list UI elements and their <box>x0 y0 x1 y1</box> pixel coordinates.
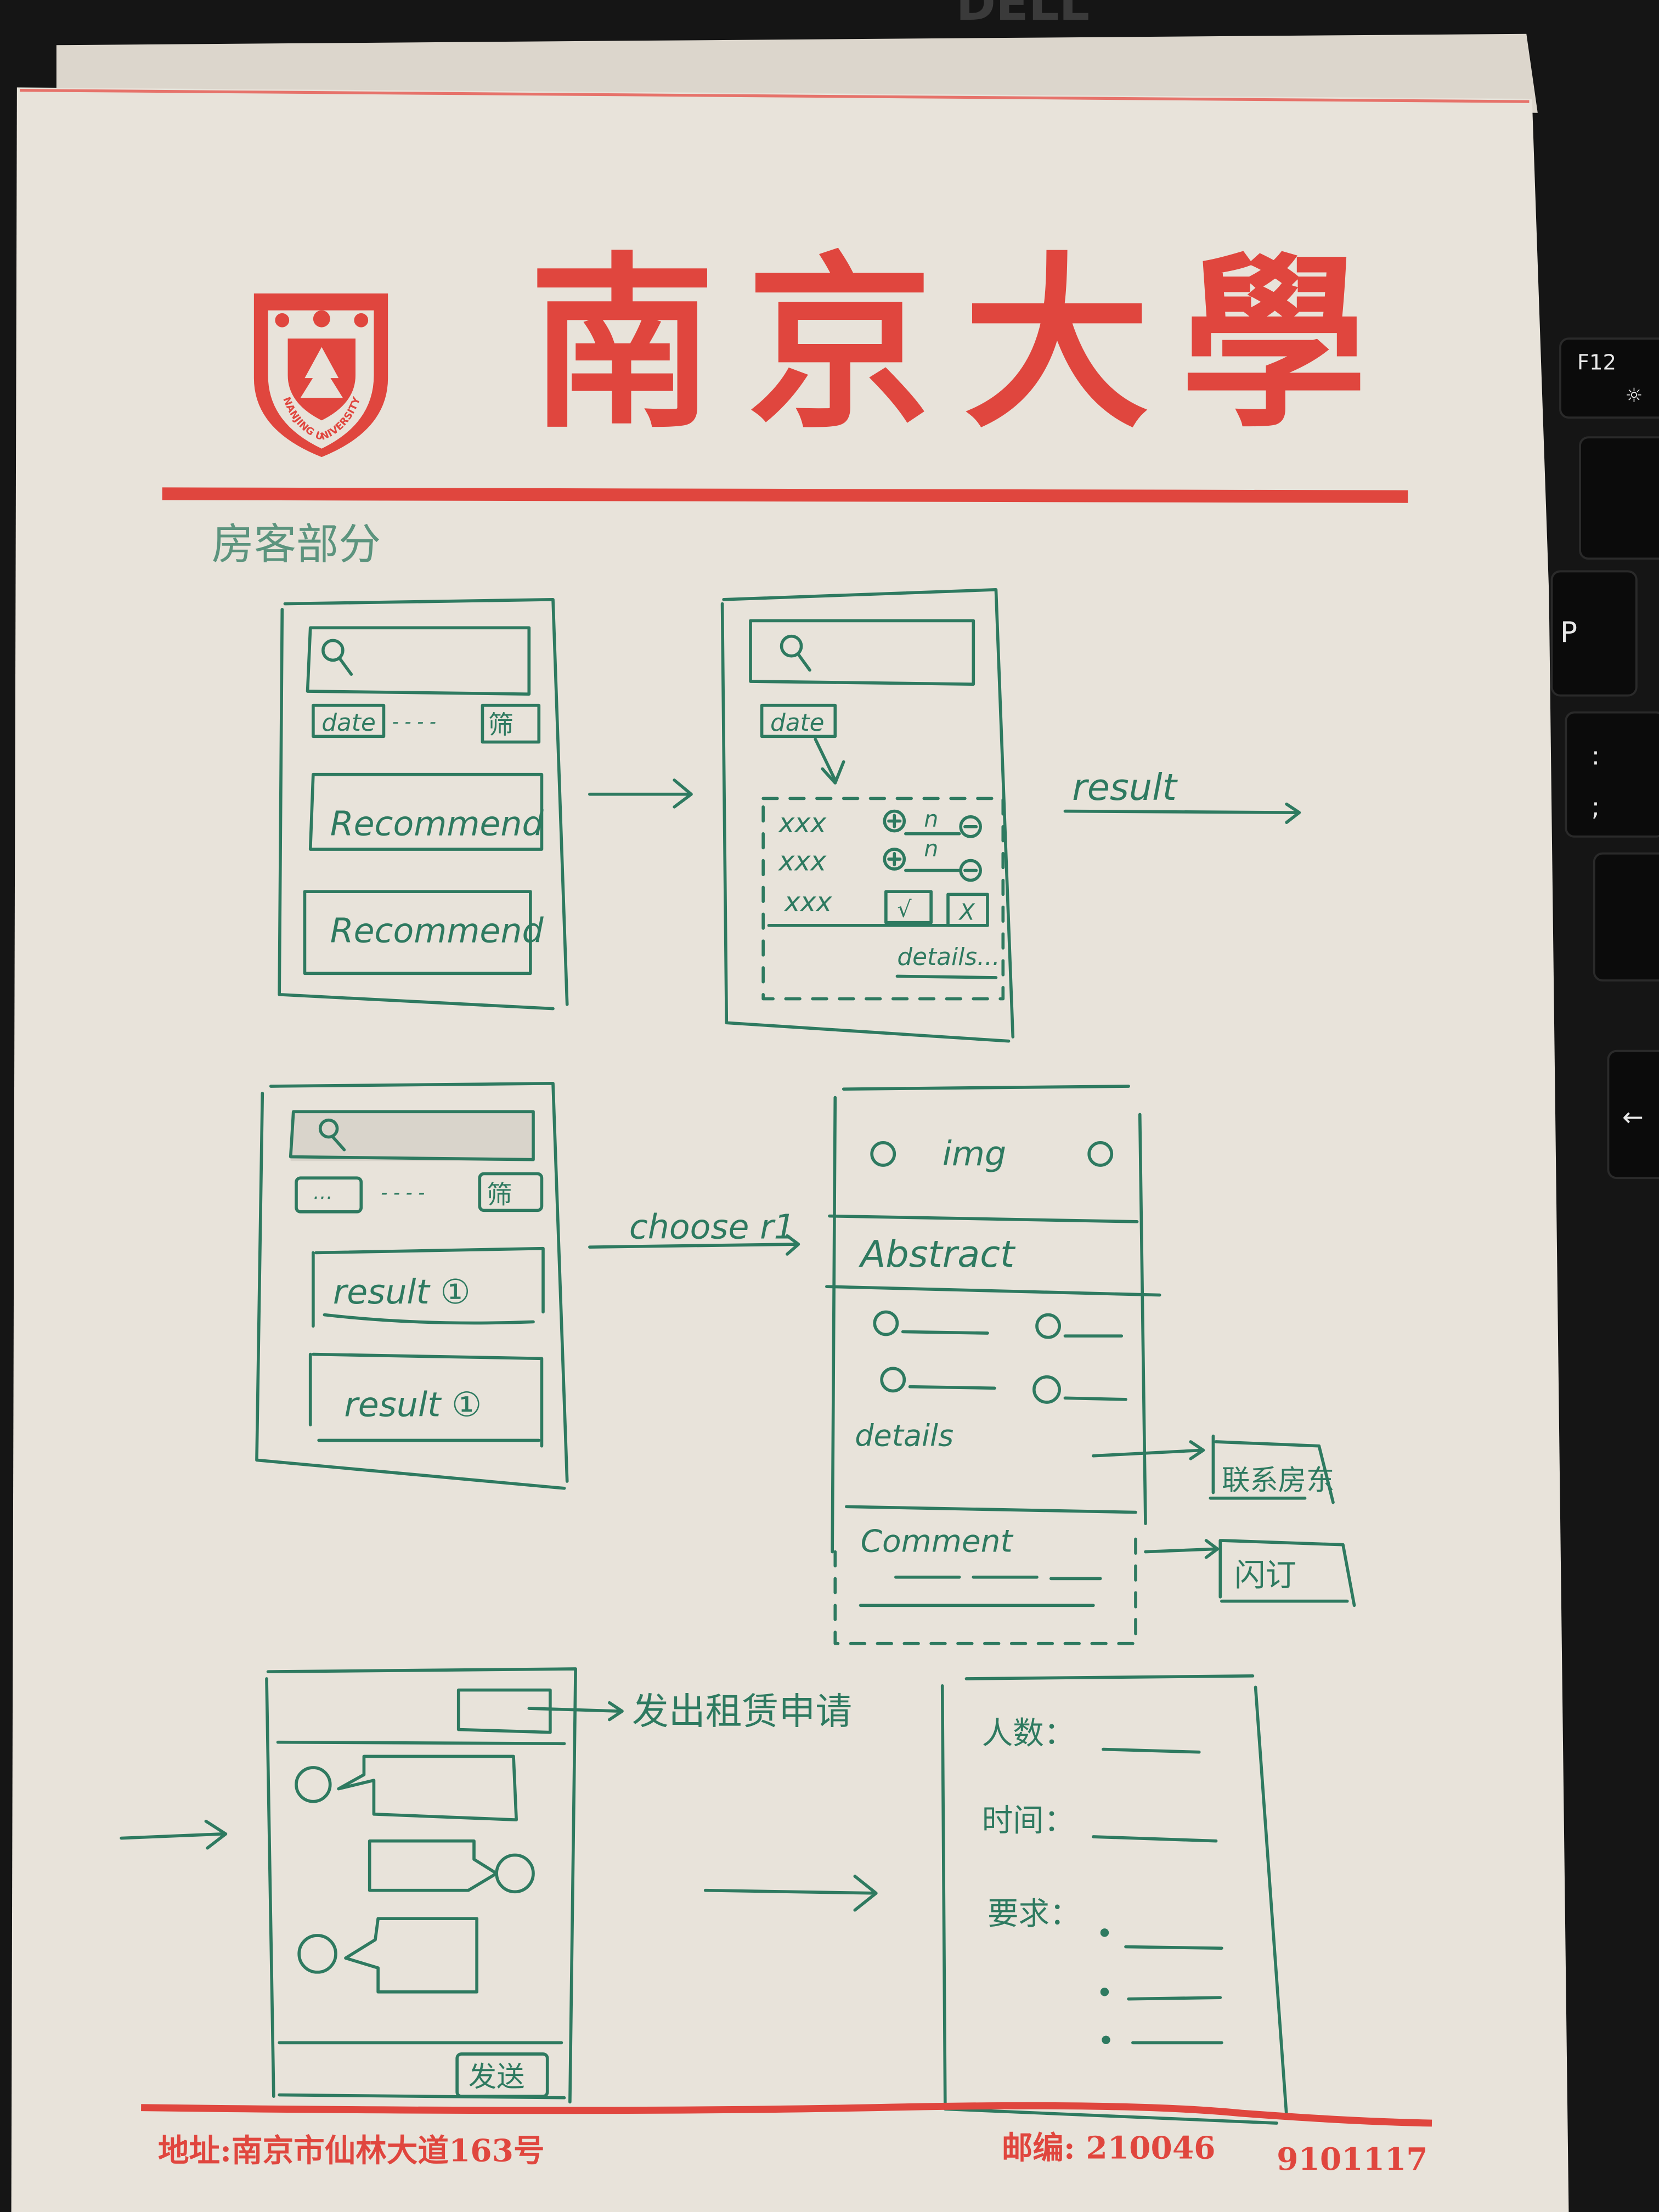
date-chip[interactable]: date <box>760 703 837 738</box>
key <box>1593 852 1659 982</box>
result-label: result <box>1072 766 1178 809</box>
date-chip[interactable]: date <box>312 703 386 738</box>
svg-text:xxx: xxx <box>777 846 827 877</box>
section-label: 房客部分 <box>212 520 381 569</box>
svg-text:Recommend: Recommend <box>330 804 544 843</box>
header-rule <box>162 487 1408 503</box>
key-f12-label: F12 <box>1577 351 1616 375</box>
svg-text:result ①: result ① <box>333 1272 471 1312</box>
svg-text:img: img <box>943 1134 1006 1173</box>
search-bar[interactable] <box>289 1110 535 1161</box>
chat-header-divider <box>276 1740 566 1746</box>
details-section: details <box>855 1419 953 1453</box>
brightness-icon: ☼ <box>1625 385 1643 407</box>
choose-label: choose r1 <box>629 1207 795 1247</box>
svg-text:闪订: 闪订 <box>1234 1557 1296 1593</box>
footer-postcode: 邮编: 210046 <box>1002 2130 1216 2166</box>
key-arrow-label: ← <box>1622 1102 1644 1132</box>
svg-text:发送: 发送 <box>469 2061 525 2094</box>
chip-dots: - - - - <box>392 711 436 732</box>
comment-section: Comment <box>861 1523 1014 1560</box>
svg-text:筛: 筛 <box>488 710 514 740</box>
stepper-value: n <box>924 806 938 832</box>
key-colon-label: : <box>1592 741 1600 771</box>
svg-text:联系房东: 联系房东 <box>1222 1464 1335 1497</box>
abstract-section: Abstract <box>859 1233 1016 1276</box>
svg-text:date: date <box>321 709 376 737</box>
footer-code: 9101117 <box>1277 2141 1428 2177</box>
svg-text:…: … <box>313 1182 333 1204</box>
svg-text:details...: details... <box>897 943 1000 971</box>
svg-text:人数：: 人数： <box>982 1715 1075 1751</box>
svg-text:X: X <box>958 899 975 926</box>
university-name: 南京大學 <box>529 235 1398 454</box>
key-semicolon-label: ; <box>1592 792 1600 821</box>
laptop-logo: DELL <box>956 0 1090 31</box>
svg-text:筛: 筛 <box>487 1180 512 1209</box>
photo: DELL F12 ☼ P : ; ← NANJING UNIVERSITY 南京… <box>0 0 1659 2212</box>
svg-text:√: √ <box>897 896 912 922</box>
footer-address: 地址:南京市仙林大道163号 <box>158 2132 545 2169</box>
svg-text:时间：: 时间： <box>982 1803 1075 1839</box>
key-p-label: P <box>1560 616 1577 649</box>
svg-text:xxx: xxx <box>783 887 833 918</box>
chip-dots: - - - - <box>381 1182 425 1204</box>
key <box>1579 436 1659 560</box>
key-semicolon <box>1565 711 1659 838</box>
svg-text:date: date <box>770 709 825 737</box>
lease-application-label: 发出租赁申请 <box>632 1690 852 1733</box>
svg-text:result ①: result ① <box>344 1385 482 1425</box>
svg-text:Recommend: Recommend <box>330 911 544 951</box>
svg-text:要求：: 要求： <box>988 1895 1081 1932</box>
svg-text:xxx: xxx <box>777 808 827 839</box>
stepper-value: n <box>924 836 938 862</box>
